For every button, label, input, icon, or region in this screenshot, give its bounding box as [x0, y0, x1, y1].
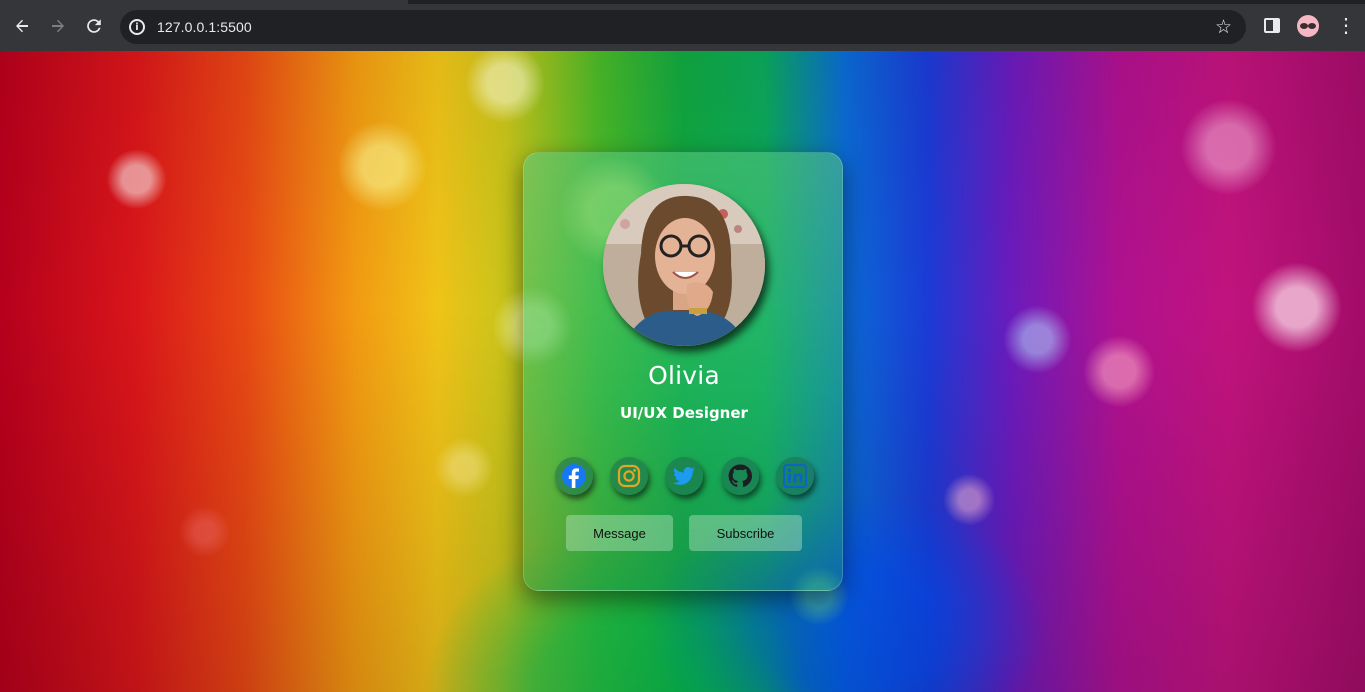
instagram-link[interactable] — [610, 457, 648, 495]
avatar — [603, 184, 765, 346]
tab-strip — [0, 0, 1365, 4]
instagram-icon — [617, 464, 641, 488]
reload-icon — [87, 19, 101, 33]
reload-button[interactable] — [80, 12, 108, 40]
arrow-right-icon — [52, 19, 64, 33]
browser-toolbar: i 127.0.0.1:5500 ☆ ⋮ — [0, 0, 1365, 51]
linkedin-link[interactable] — [776, 457, 814, 495]
facebook-link[interactable] — [555, 457, 593, 495]
info-icon[interactable]: i — [129, 19, 145, 35]
github-icon — [728, 464, 752, 488]
arrow-left-icon — [16, 19, 28, 33]
side-panel-icon[interactable] — [1264, 18, 1280, 33]
kebab-menu-icon[interactable]: ⋮ — [1336, 15, 1356, 37]
profile-role: UI/UX Designer — [620, 404, 748, 422]
message-button[interactable]: Message — [566, 515, 673, 551]
active-tab[interactable] — [0, 0, 408, 4]
star-icon[interactable]: ☆ — [1215, 16, 1232, 39]
back-button[interactable] — [8, 12, 36, 40]
address-bar[interactable]: i 127.0.0.1:5500 ☆ — [120, 10, 1246, 44]
profile-card: Olivia UI/UX Designer Message Subscribe — [523, 152, 843, 591]
avatar-portrait — [603, 184, 765, 346]
url-text[interactable]: 127.0.0.1:5500 — [157, 19, 252, 35]
profile-avatar[interactable] — [1297, 15, 1319, 37]
facebook-icon — [562, 464, 586, 488]
page-background: Olivia UI/UX Designer Message Subscribe — [0, 51, 1365, 692]
twitter-icon — [673, 467, 695, 485]
github-link[interactable] — [721, 457, 759, 495]
forward-button[interactable] — [44, 12, 72, 40]
profile-name: Olivia — [648, 361, 720, 390]
linkedin-icon — [783, 464, 807, 488]
twitter-link[interactable] — [665, 457, 703, 495]
subscribe-button[interactable]: Subscribe — [689, 515, 802, 551]
